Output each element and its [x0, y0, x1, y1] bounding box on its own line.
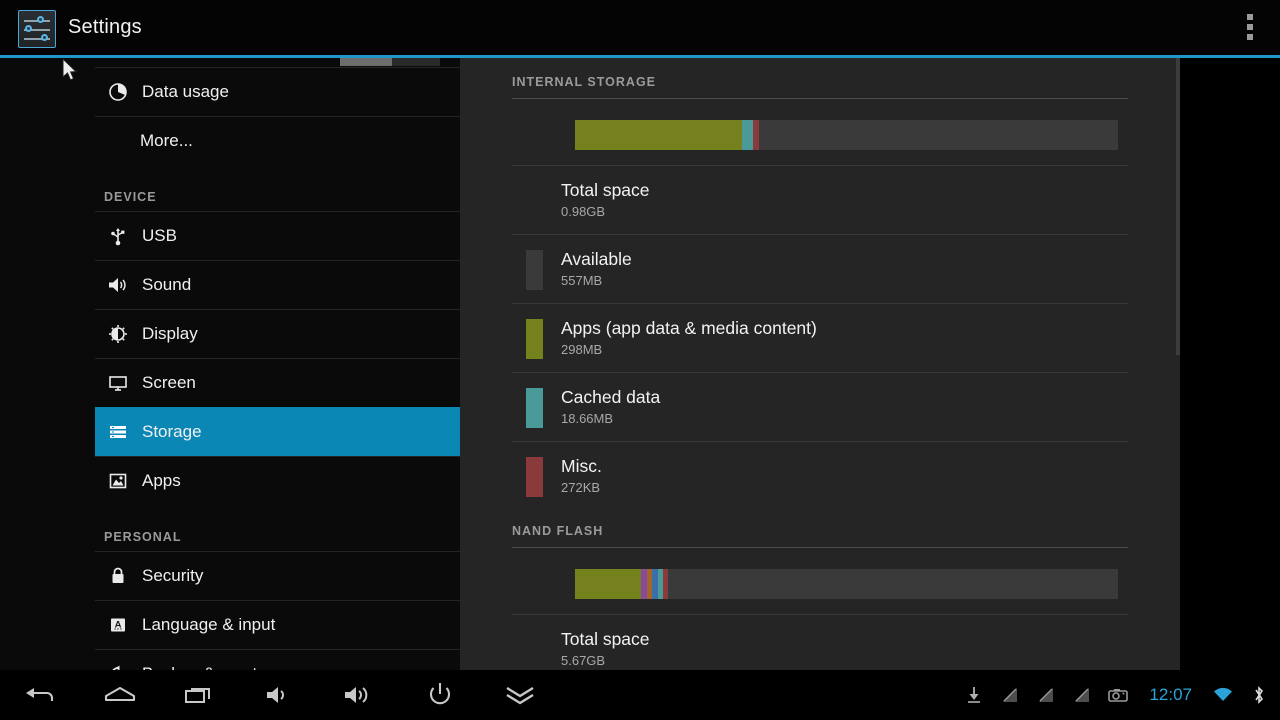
signal-off-icon [1035, 684, 1057, 706]
row-title: Total space [561, 180, 650, 200]
nand-flash-stacked-bar [575, 569, 1118, 599]
wifi-icon [1212, 684, 1234, 706]
storage-row-total-space-internal[interactable]: Total space 0.98GB [512, 165, 1128, 234]
storage-row-total-space-nand[interactable]: Total space 5.67GB [512, 614, 1128, 670]
status-clock: 12:07 [1149, 685, 1192, 704]
row-value: 557MB [561, 273, 603, 288]
row-title: Apps (app data & media content) [561, 318, 817, 338]
swatch-available [526, 250, 543, 290]
bar-segment-1 [575, 569, 641, 599]
back-icon[interactable] [0, 670, 80, 720]
volume-up-icon[interactable] [320, 670, 400, 720]
sidebar-item-more[interactable]: More... [95, 116, 460, 165]
row-value: 5.67GB [561, 653, 606, 668]
brightness-icon [101, 324, 135, 344]
swatch-misc [526, 457, 543, 497]
sidebar-item-label: Sound [142, 275, 192, 294]
nand-flash-header: NAND FLASH [512, 524, 604, 538]
swatch [526, 181, 543, 221]
nand-flash-bar-wrapper [575, 569, 1118, 599]
collapse-chevron-icon[interactable] [480, 670, 560, 720]
sidebar-item-label: Language & input [142, 615, 276, 634]
apps-image-icon [101, 471, 135, 491]
sidebar-section-device: DEVICE [95, 165, 460, 211]
sidebar-item-apps[interactable]: Apps [95, 456, 460, 505]
usb-icon [101, 226, 135, 246]
sidebar-item-data-usage[interactable]: Data usage [95, 67, 460, 116]
page-title: Settings [68, 16, 142, 38]
internal-storage-header: INTERNAL STORAGE [512, 75, 657, 89]
settings-sidebar[interactable]: Ethernet OFF Data usage More... DEVICE [0, 40, 460, 670]
sidebar-item-language-input[interactable]: A Language & input [95, 600, 460, 649]
sidebar-item-label: Screen [142, 373, 196, 392]
sidebar-item-label: Apps [142, 471, 181, 490]
storage-row-apps[interactable]: Apps (app data & media content) 298MB [512, 303, 1128, 372]
pie-chart-icon [101, 82, 135, 102]
title-bar: Settings [0, 0, 1280, 55]
bar-segment-free [668, 569, 1118, 599]
section-divider [512, 98, 1128, 99]
android-settings-screen: Settings Ethernet OFF Data usage [0, 0, 1280, 720]
row-value: 0.98GB [561, 204, 606, 219]
sidebar-item-backup-reset[interactable]: Backup & reset [95, 649, 460, 670]
sidebar-item-label: USB [142, 226, 177, 245]
sidebar-section-personal: PERSONAL [95, 505, 460, 551]
swatch-cached [526, 388, 543, 428]
sidebar-item-label: Display [142, 324, 198, 343]
storage-row-misc[interactable]: Misc. 272KB [512, 441, 1128, 510]
row-value: 298MB [561, 342, 603, 357]
settings-sliders-icon [18, 10, 56, 48]
internal-storage-stacked-bar [575, 120, 1118, 150]
sidebar-item-label: Data usage [142, 82, 229, 101]
bar-segment-apps [575, 120, 743, 150]
download-icon [963, 684, 985, 706]
signal-off-icon [999, 684, 1021, 706]
scrollbar-thumb[interactable] [1176, 55, 1180, 355]
bar-segment-available [758, 120, 1118, 150]
sidebar-item-label: Storage [142, 422, 202, 441]
row-title: Misc. [561, 456, 602, 476]
language-a-icon: A [101, 615, 135, 635]
speaker-icon [101, 275, 135, 295]
accent-divider [0, 55, 1280, 58]
sidebar-item-screen[interactable]: Screen [95, 358, 460, 407]
sidebar-item-label: More... [140, 131, 193, 150]
system-navigation-bar[interactable]: 12:07 [0, 670, 1280, 720]
swatch [526, 630, 543, 670]
row-title: Cached data [561, 387, 661, 407]
home-icon[interactable] [80, 670, 160, 720]
sidebar-item-usb[interactable]: USB [95, 211, 460, 260]
sidebar-item-display[interactable]: Display [95, 309, 460, 358]
overflow-menu-icon[interactable] [1238, 14, 1262, 42]
bar-segment-cached [742, 120, 754, 150]
sidebar-item-security[interactable]: Security [95, 551, 460, 600]
status-tray[interactable]: 12:07 [963, 670, 1270, 720]
storage-row-cached-data[interactable]: Cached data 18.66MB [512, 372, 1128, 441]
swatch-apps [526, 319, 543, 359]
recents-icon[interactable] [160, 670, 240, 720]
storage-row-available[interactable]: Available 557MB [512, 234, 1128, 303]
signal-off-icon [1071, 684, 1093, 706]
storage-list-icon [101, 422, 135, 442]
mouse-cursor [62, 57, 80, 89]
monitor-icon [101, 373, 135, 393]
sidebar-item-storage[interactable]: Storage [95, 407, 460, 456]
row-title: Total space [561, 629, 650, 649]
sidebar-section-label: PERSONAL [104, 530, 182, 544]
internal-storage-bar-wrapper [575, 120, 1118, 150]
camera-icon [1107, 684, 1129, 706]
sidebar-item-sound[interactable]: Sound [95, 260, 460, 309]
power-icon[interactable] [400, 670, 480, 720]
panel-scrollbar[interactable] [1176, 55, 1180, 670]
bluetooth-icon [1248, 684, 1270, 706]
section-divider [512, 547, 1128, 548]
sidebar-item-label: Security [142, 566, 204, 585]
row-value: 272KB [561, 480, 601, 495]
row-title: Available [561, 249, 632, 269]
lock-icon [101, 566, 135, 586]
storage-detail-panel[interactable]: INTERNAL STORAGE Total space 0.98GB Avai… [460, 55, 1180, 670]
sidebar-section-label: DEVICE [104, 190, 157, 204]
row-value: 18.66MB [561, 411, 614, 426]
volume-down-icon[interactable] [240, 670, 320, 720]
